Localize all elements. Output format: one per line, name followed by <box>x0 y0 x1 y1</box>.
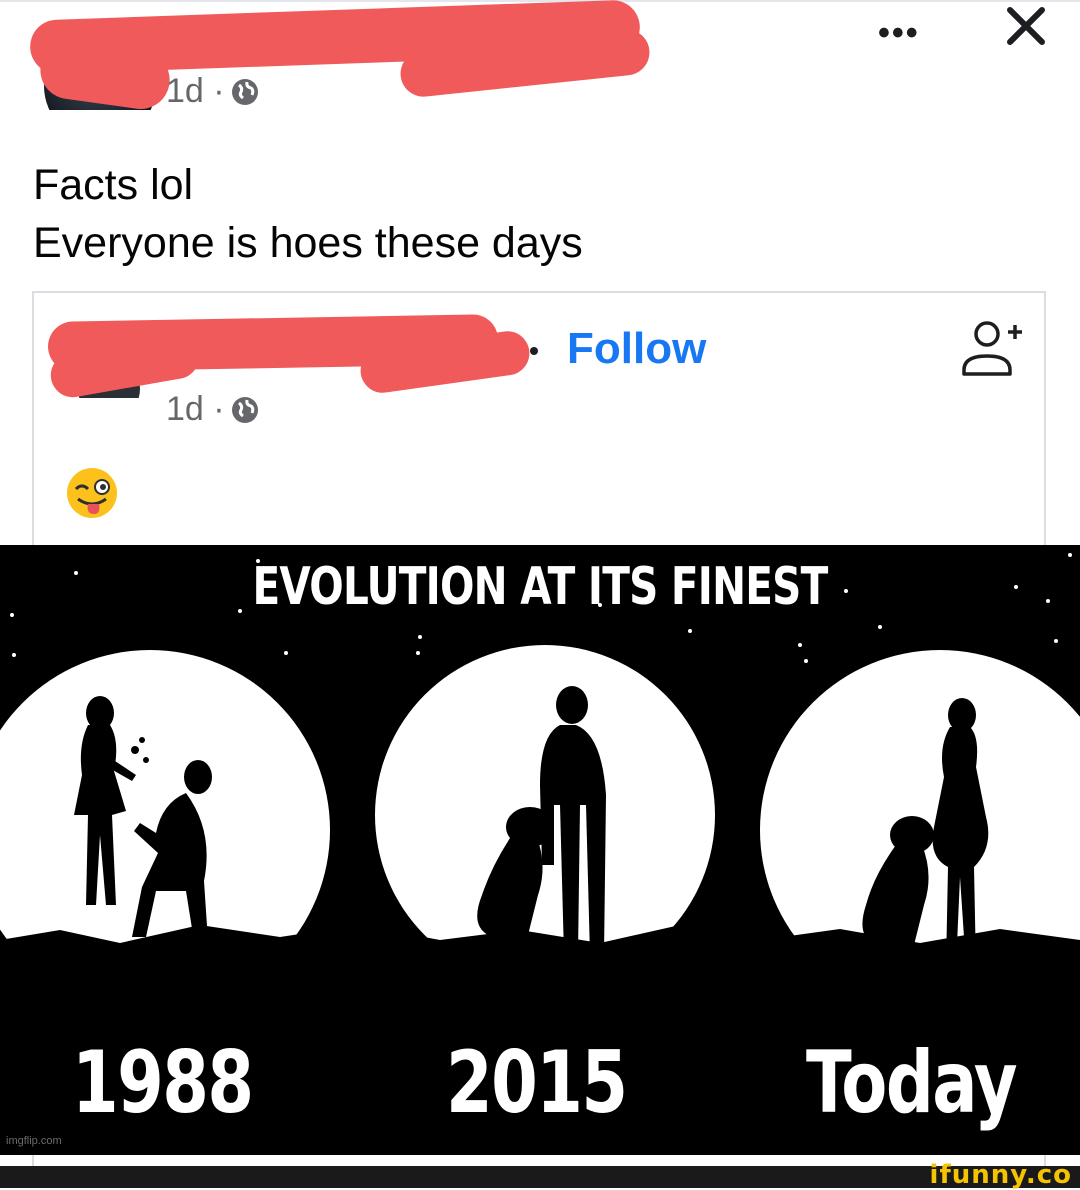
shared-time: 1d · <box>166 390 225 428</box>
globe-icon <box>231 78 258 105</box>
shared-meta: 1d · <box>166 390 259 429</box>
post-text-line: Facts lol <box>33 161 194 209</box>
meme-year-label: 2015 <box>446 1033 628 1133</box>
meme-year-label: Today <box>806 1033 1018 1133</box>
post-time: 1d · <box>166 72 225 110</box>
globe-icon <box>231 396 258 423</box>
meme-title: EVOLUTION AT ITS FINEST <box>252 557 828 617</box>
follow-button[interactable]: Follow <box>567 324 706 374</box>
post-meta: 1d · <box>166 72 259 111</box>
meme-year-label: 1988 <box>72 1033 254 1133</box>
post-text: Facts lol Everyone is hoes these days <box>33 156 583 272</box>
post-text-line: Everyone is hoes these days <box>33 219 583 267</box>
ifunny-watermark: ifunny.co <box>929 1160 1072 1190</box>
ifunny-banner <box>0 1166 1080 1188</box>
close-icon[interactable] <box>1004 4 1048 48</box>
separator-dot <box>530 347 538 355</box>
imgflip-watermark: imgflip.com <box>6 1135 62 1147</box>
meme-image[interactable]: EVOLUTION AT ITS FINEST 1988 2015 Today … <box>0 545 1080 1155</box>
more-options-button[interactable]: ••• <box>878 14 920 53</box>
top-divider <box>0 0 1080 2</box>
winking-tongue-emoji-icon <box>67 468 117 518</box>
add-friend-icon[interactable] <box>958 316 1026 382</box>
